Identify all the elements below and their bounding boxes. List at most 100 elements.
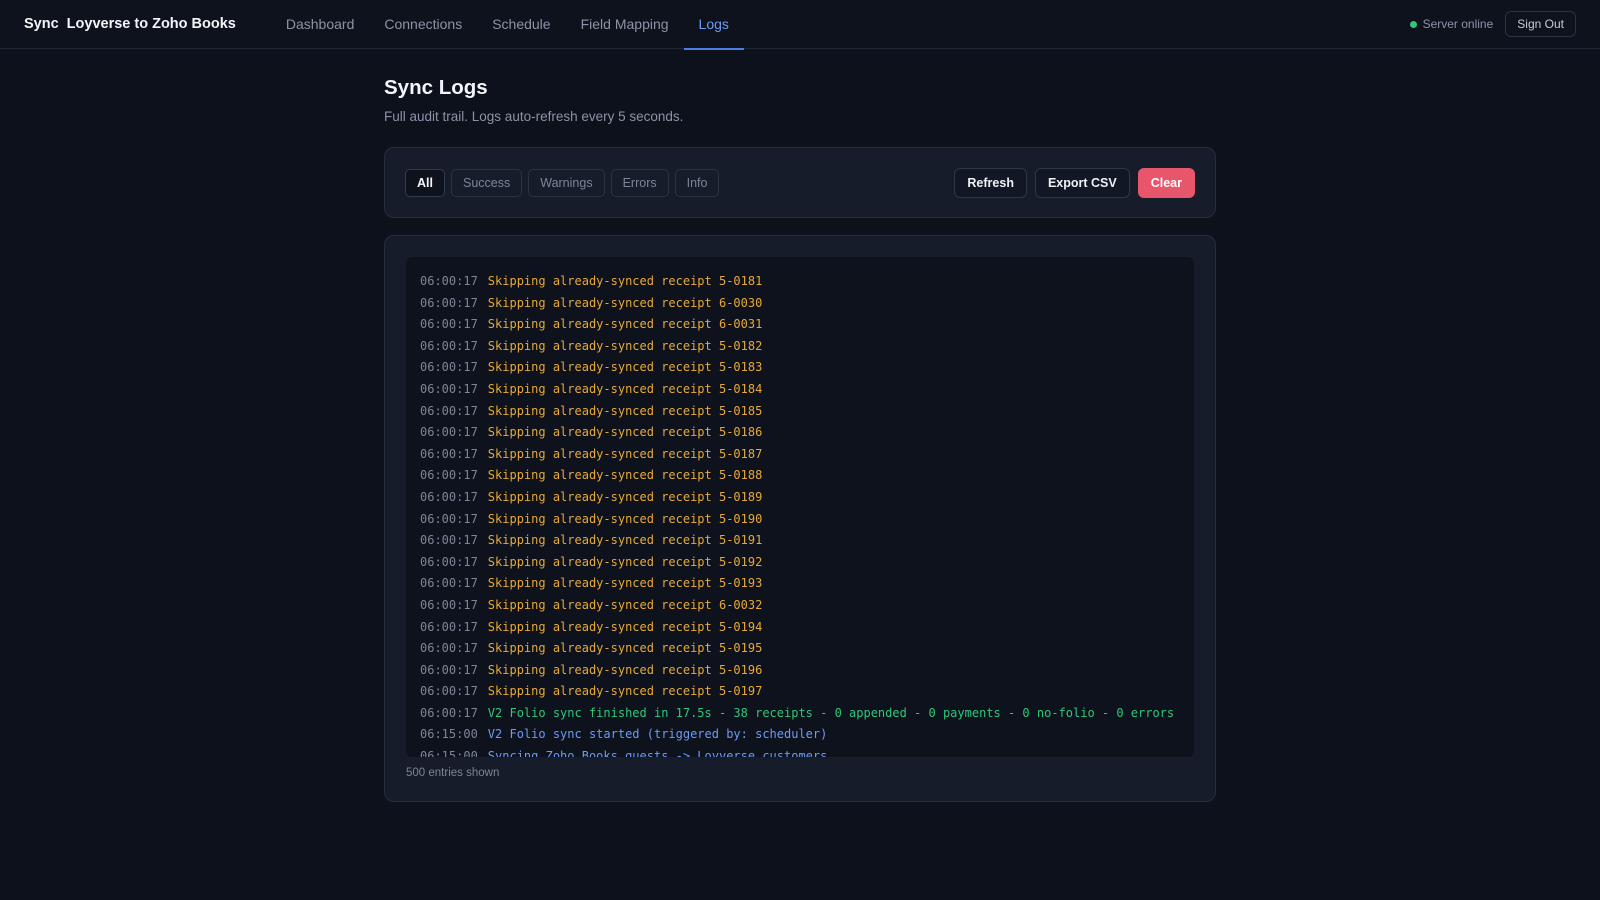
- log-message: V2 Folio sync finished in 17.5s - 38 rec…: [487, 705, 1175, 720]
- entries-count: 500 entries shown: [406, 767, 500, 779]
- page-subtitle: Full audit trail. Logs auto-refresh ever…: [384, 109, 684, 124]
- log-line: 06:15:00 Syncing Zoho Books guests -> Loy…: [420, 746, 1180, 757]
- log-message: Skipping already-synced receipt 5-0187: [487, 446, 763, 461]
- log-timestamp: 06:00:17: [420, 554, 478, 569]
- log-line: 06:00:17 Skipping already-synced receipt …: [420, 336, 1180, 358]
- export-csv-button[interactable]: Export CSV: [1034, 167, 1130, 198]
- app-brand[interactable]: Sync Loyverse to Zoho Books: [24, 16, 236, 32]
- log-timestamp: 06:00:17: [420, 446, 478, 461]
- top-nav-bar: Sync Loyverse to Zoho Books Dashboard Co…: [0, 0, 1600, 50]
- log-line: 06:00:17 Skipping already-synced receipt …: [420, 681, 1180, 703]
- log-timestamp: 06:00:17: [420, 684, 478, 699]
- log-timestamp: 06:00:17: [420, 511, 478, 526]
- log-line: 06:00:17 Skipping already-synced receipt …: [420, 617, 1180, 639]
- main-content: Sync Logs Full audit trail. Logs auto-re…: [384, 49, 1216, 802]
- brand-name: Loyverse to Zoho Books: [66, 16, 236, 32]
- log-timestamp: 06:00:17: [420, 705, 478, 720]
- log-message: Syncing Zoho Books guests -> Loyverse cu…: [487, 749, 828, 757]
- log-line: 06:00:17 Skipping already-synced receipt …: [420, 271, 1180, 293]
- sign-out-button[interactable]: Sign Out: [1505, 11, 1576, 37]
- log-message: Skipping already-synced receipt 5-0195: [487, 641, 763, 656]
- log-line: 06:00:17 Skipping already-synced receipt …: [420, 444, 1180, 466]
- nav-connections[interactable]: Connections: [369, 0, 477, 49]
- filter-success[interactable]: Success: [450, 168, 523, 197]
- log-timestamp: 06:00:17: [420, 381, 478, 396]
- server-status: Server online: [1409, 17, 1494, 31]
- log-message: Skipping already-synced receipt 5-0188: [487, 468, 763, 483]
- log-timestamp: 06:00:17: [420, 489, 478, 504]
- log-message: Skipping already-synced receipt 5-0183: [487, 360, 763, 375]
- server-status-text: Server online: [1422, 17, 1494, 31]
- log-message: Skipping already-synced receipt 5-0189: [487, 489, 763, 504]
- log-message: Skipping already-synced receipt 5-0185: [487, 403, 763, 418]
- log-timestamp: 06:00:17: [420, 576, 478, 591]
- nav-dashboard[interactable]: Dashboard: [271, 0, 370, 49]
- filter-all[interactable]: All: [405, 168, 445, 197]
- log-message: Skipping already-synced receipt 5-0184: [487, 381, 763, 396]
- log-timestamp: 06:00:17: [420, 274, 478, 288]
- log-timestamp: 06:00:17: [420, 533, 478, 548]
- filter-info[interactable]: Info: [674, 168, 720, 197]
- log-timestamp: 06:00:17: [420, 619, 478, 634]
- log-message: Skipping already-synced receipt 5-0191: [487, 533, 763, 548]
- filter-toolbar: All Success Warnings Errors Info Refresh…: [384, 147, 1216, 218]
- log-timestamp: 06:00:17: [420, 360, 478, 375]
- nav-schedule[interactable]: Schedule: [477, 0, 565, 49]
- log-line: 06:00:17 Skipping already-synced receipt …: [420, 465, 1180, 487]
- log-timestamp: 06:00:17: [420, 641, 478, 656]
- filter-errors[interactable]: Errors: [610, 168, 669, 197]
- log-message: Skipping already-synced receipt 6-0032: [487, 597, 763, 612]
- top-right-group: Server online Sign Out: [1409, 11, 1576, 37]
- log-timestamp: 06:00:17: [420, 597, 478, 612]
- log-timestamp: 06:00:17: [420, 317, 478, 332]
- log-timestamp: 06:00:17: [420, 403, 478, 418]
- main-nav: Dashboard Connections Schedule Field Map…: [271, 0, 745, 50]
- log-line: 06:00:17 Skipping already-synced receipt …: [420, 530, 1180, 552]
- log-timestamp: 06:15:00: [420, 749, 478, 757]
- log-timestamp: 06:00:17: [420, 338, 478, 353]
- log-timestamp: 06:00:17: [420, 662, 478, 677]
- log-message: Skipping already-synced receipt 5-0190: [487, 511, 763, 526]
- log-line: 06:00:17 Skipping already-synced receipt …: [420, 660, 1180, 682]
- log-actions: Refresh Export CSV Clear: [954, 167, 1195, 198]
- log-message: Skipping already-synced receipt 5-0196: [487, 662, 763, 677]
- clear-button[interactable]: Clear: [1137, 167, 1195, 198]
- log-message: Skipping already-synced receipt 5-0193: [487, 576, 763, 591]
- log-timestamp: 06:00:17: [420, 425, 478, 440]
- nav-logs[interactable]: Logs: [683, 0, 745, 50]
- log-line: 06:15:00 V2 Folio sync started (triggered…: [420, 724, 1180, 746]
- log-line: 06:00:17 Skipping already-synced receipt …: [420, 357, 1180, 379]
- nav-field-mapping[interactable]: Field Mapping: [566, 0, 684, 49]
- log-message: Skipping already-synced receipt 5-0192: [487, 554, 763, 569]
- log-message: Skipping already-synced receipt 6-0031: [487, 317, 763, 332]
- page-title: Sync Logs: [384, 76, 488, 99]
- log-timestamp: 06:15:00: [420, 727, 478, 742]
- log-message: Skipping already-synced receipt 5-0181: [487, 274, 763, 288]
- log-line: 06:00:17 Skipping already-synced receipt …: [420, 595, 1180, 617]
- log-panel: 06:00:17 Skipping already-synced receipt …: [384, 235, 1216, 802]
- log-line: 06:00:17 Skipping already-synced receipt …: [420, 552, 1180, 574]
- log-line: 06:00:17 Skipping already-synced receipt …: [420, 573, 1180, 595]
- filter-warnings[interactable]: Warnings: [528, 168, 605, 197]
- log-message: Skipping already-synced receipt 5-0194: [487, 619, 763, 634]
- log-line: 06:00:17 Skipping already-synced receipt …: [420, 638, 1180, 660]
- refresh-button[interactable]: Refresh: [954, 167, 1027, 198]
- brand-prefix: Sync: [24, 16, 59, 32]
- log-message: Skipping already-synced receipt 5-0197: [487, 684, 763, 699]
- log-console[interactable]: 06:00:17 Skipping already-synced receipt …: [406, 257, 1194, 757]
- log-line: 06:00:17 Skipping already-synced receipt …: [420, 422, 1180, 444]
- log-line: 06:00:17 Skipping already-synced receipt …: [420, 293, 1180, 315]
- log-line: 06:00:17 Skipping already-synced receipt …: [420, 487, 1180, 509]
- log-timestamp: 06:00:17: [420, 295, 478, 310]
- log-level-filters: All Success Warnings Errors Info: [405, 168, 720, 197]
- log-timestamp: 06:00:17: [420, 468, 478, 483]
- log-line: 06:00:17 Skipping already-synced receipt …: [420, 379, 1180, 401]
- log-line: 06:00:17 Skipping already-synced receipt …: [420, 314, 1180, 336]
- log-line: 06:00:17 Skipping already-synced receipt …: [420, 401, 1180, 423]
- log-message: Skipping already-synced receipt 5-0182: [487, 338, 763, 353]
- log-message: Skipping already-synced receipt 6-0030: [487, 295, 763, 310]
- status-dot-icon: [1409, 20, 1417, 28]
- log-message: Skipping already-synced receipt 5-0186: [487, 425, 763, 440]
- log-message: V2 Folio sync started (triggered by: sch…: [487, 727, 828, 742]
- log-line: 06:00:17 V2 Folio sync finished in 17.5s …: [420, 703, 1180, 725]
